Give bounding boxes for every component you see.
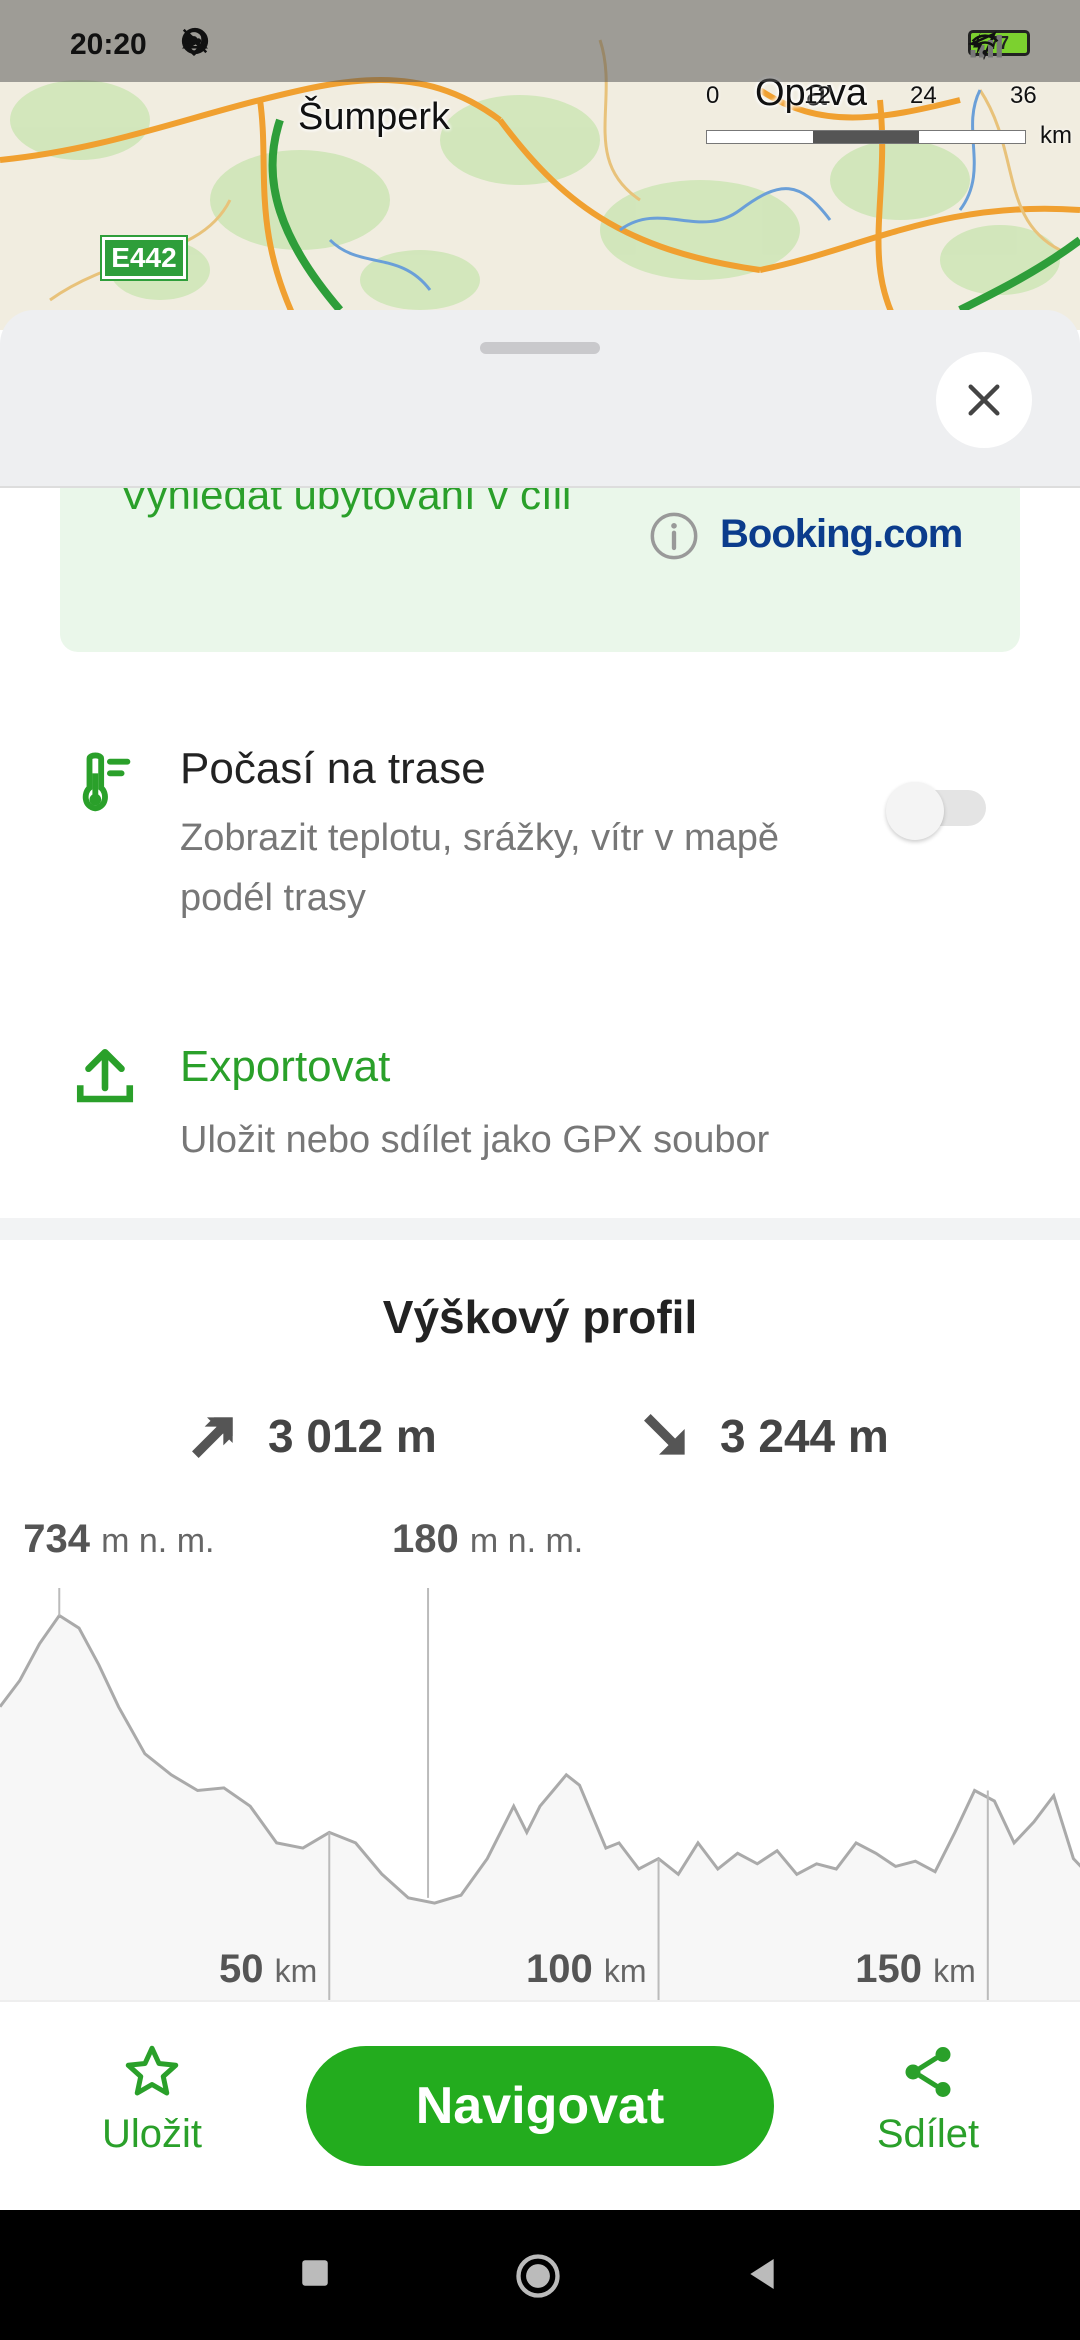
star-icon xyxy=(125,2045,179,2096)
upload-icon xyxy=(76,1048,134,1103)
scale-unit: km xyxy=(1040,122,1072,149)
weather-subtitle: Zobrazit teplotu, srážky, vítr v mapě po… xyxy=(180,817,780,919)
status-bar: 20:20 77 xyxy=(0,0,1080,82)
descent-stat: 3 244 m xyxy=(638,1408,889,1464)
close-button[interactable] xyxy=(936,352,1032,448)
x-tick-unit: km xyxy=(933,1953,976,1989)
bottom-action-bar: Uložit Navigovat Sdílet xyxy=(0,2000,1080,2210)
descent-arrow-icon xyxy=(644,1414,685,1455)
map-view[interactable]: Šumperk Opava E442 0 12 24 36 km 20:20 xyxy=(0,0,1080,330)
scale-bar xyxy=(706,130,1026,144)
info-icon[interactable] xyxy=(648,510,700,562)
recent-apps-icon[interactable] xyxy=(298,2256,332,2290)
export-title: Exportovat xyxy=(180,1042,391,1091)
elevation-profile-title: Výškový profil xyxy=(382,1291,698,1343)
annotation-value: 180 xyxy=(392,1517,470,1561)
road-badge: E442 xyxy=(100,235,188,281)
share-button[interactable]: Sdílet xyxy=(868,2042,988,2157)
section-divider xyxy=(0,1218,1080,1240)
x-tick-value: 100 xyxy=(526,1947,604,1991)
back-icon[interactable] xyxy=(742,2254,782,2294)
booking-logo: Booking.com xyxy=(720,512,963,556)
x-tick-unit: km xyxy=(275,1953,318,1989)
map-city-label: Šumperk xyxy=(298,96,451,138)
save-button[interactable]: Uložit xyxy=(92,2042,212,2157)
scale-tick: 36 xyxy=(1010,82,1037,109)
export-subtitle: Uložit nebo sdílet jako GPX soubor xyxy=(180,1119,770,1161)
scale-tick: 12 xyxy=(804,82,831,109)
descent-value: 3 244 m xyxy=(720,1410,889,1462)
bottom-sheet-header xyxy=(0,310,1080,488)
annotation-value: 734 xyxy=(23,1517,101,1561)
ascent-arrow-icon xyxy=(192,1417,233,1458)
thermometer-icon xyxy=(82,752,131,812)
charging-bolt-icon xyxy=(973,32,983,58)
x-tick-label: 50 km xyxy=(219,1947,317,1991)
weather-row[interactable]: Počasí na trase Zobrazit teplotu, srážky… xyxy=(0,720,1080,920)
share-label: Sdílet xyxy=(876,2112,980,2156)
share-icon xyxy=(905,2047,951,2097)
scale-tick: 0 xyxy=(706,82,720,109)
navigate-button[interactable]: Navigovat xyxy=(306,2046,774,2166)
annotation-label: 734 m n. m. xyxy=(23,1517,214,1561)
weather-title: Počasí na trase xyxy=(180,744,486,793)
system-navigation-bar xyxy=(0,2210,1080,2340)
x-tick-value: 150 xyxy=(855,1947,933,1991)
export-row[interactable]: Exportovat Uložit nebo sdílet jako GPX s… xyxy=(0,1030,1080,1180)
x-tick-label: 100 km xyxy=(526,1947,647,1991)
annotation-unit: m n. m. xyxy=(470,1522,583,1560)
annotation-label: 180 m n. m. xyxy=(392,1517,583,1561)
weather-toggle[interactable] xyxy=(886,782,988,840)
x-tick-unit: km xyxy=(604,1953,647,1989)
x-tick-value: 50 xyxy=(219,1947,275,1991)
ascent-value: 3 012 m xyxy=(268,1410,437,1462)
sheet-drag-handle[interactable] xyxy=(480,342,600,354)
status-time: 20:20 xyxy=(70,28,147,61)
home-icon[interactable] xyxy=(512,2250,564,2302)
annotation-unit: m n. m. xyxy=(101,1522,214,1560)
more-dots-icon xyxy=(184,38,202,44)
screen: Šumperk Opava E442 0 12 24 36 km 20:20 V… xyxy=(0,0,1080,2340)
close-icon xyxy=(968,384,1000,416)
save-label: Uložit xyxy=(101,2112,203,2156)
scale-tick: 24 xyxy=(910,82,937,109)
map-scale: 0 12 24 36 km xyxy=(700,82,1072,152)
x-tick-label: 150 km xyxy=(855,1947,976,1991)
ascent-stat: 3 012 m xyxy=(186,1408,437,1464)
elevation-chart[interactable]: 50 km 100 km 150 km734 m n. m. 180 m n. m. xyxy=(0,1500,1080,2000)
